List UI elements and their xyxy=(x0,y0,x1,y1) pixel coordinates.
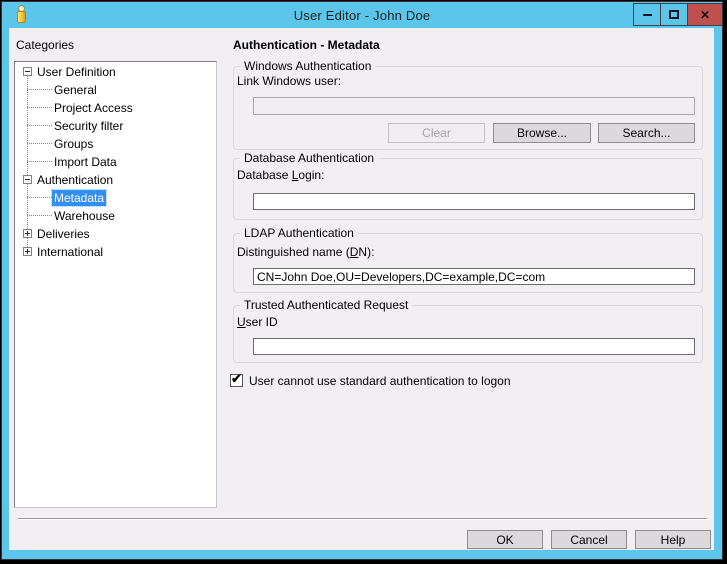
label-text: Database xyxy=(237,168,292,182)
database-authentication-group: Database Authentication Database Login: xyxy=(233,158,703,220)
tree-item-authentication[interactable]: Authentication xyxy=(15,171,216,189)
tree-item-label: General xyxy=(52,82,99,98)
cancel-button[interactable]: Cancel xyxy=(551,530,627,549)
help-button[interactable]: Help xyxy=(635,530,711,549)
accel-letter: U xyxy=(237,315,246,329)
label-text: ogin: xyxy=(298,168,324,182)
expand-icon[interactable] xyxy=(23,247,32,256)
user-id-field[interactable] xyxy=(253,338,695,355)
maximize-button[interactable] xyxy=(660,4,687,25)
distinguished-name-field[interactable] xyxy=(253,268,695,285)
user-editor-dialog: User Editor - John Doe ✕ Categories User… xyxy=(1,1,723,560)
tree-connector xyxy=(27,215,53,216)
trusted-authenticated-request-group: Trusted Authenticated Request User ID xyxy=(233,305,703,363)
tree-connector xyxy=(27,89,53,90)
tree-item-international[interactable]: International xyxy=(15,243,216,261)
title-bar[interactable]: User Editor - John Doe ✕ xyxy=(2,2,722,28)
link-windows-user-field xyxy=(253,97,695,115)
tree-item-user-definition[interactable]: User Definition xyxy=(15,63,216,81)
tree-connector xyxy=(27,107,53,108)
dialog-client-area: Categories User Definition General Project… xyxy=(9,28,714,550)
tree-item-label: Groups xyxy=(52,136,95,152)
tree-item-groups[interactable]: Groups xyxy=(15,135,216,153)
trusted-authenticated-request-group-title: Trusted Authenticated Request xyxy=(240,298,412,312)
maximize-icon xyxy=(669,10,679,19)
search-button[interactable]: Search... xyxy=(598,123,695,143)
ok-button[interactable]: OK xyxy=(467,530,543,549)
label-text: Distinguished name ( xyxy=(237,245,350,259)
tree-connector xyxy=(27,161,53,162)
ldap-authentication-group: LDAP Authentication Distinguished name (… xyxy=(233,233,703,293)
tree-item-label: Project Access xyxy=(52,100,135,116)
tree-item-warehouse[interactable]: Warehouse xyxy=(15,207,216,225)
windows-authentication-group-title: Windows Authentication xyxy=(240,59,375,73)
category-tree[interactable]: User Definition General Project Access Secu… xyxy=(14,61,217,508)
checkmark-icon: ✔ xyxy=(231,372,242,385)
standard-auth-checkbox-label[interactable]: User cannot use standard authentication … xyxy=(249,374,511,388)
tree-item-project-access[interactable]: Project Access xyxy=(15,99,216,117)
label-text: ser ID xyxy=(246,315,278,329)
tree-connector xyxy=(27,197,53,198)
windows-authentication-group: Windows Authentication Link Windows user… xyxy=(233,66,703,150)
collapse-icon[interactable] xyxy=(23,175,32,184)
minimize-button[interactable] xyxy=(634,4,660,25)
expand-icon[interactable] xyxy=(23,229,32,238)
tree-item-label: Security filter xyxy=(52,118,125,134)
tree-item-label: Metadata xyxy=(52,190,106,206)
tree-item-import-data[interactable]: Import Data xyxy=(15,153,216,171)
tree-item-label: International xyxy=(35,244,105,260)
browse-button[interactable]: Browse... xyxy=(493,123,591,143)
categories-label: Categories xyxy=(16,38,74,52)
tree-item-label: Deliveries xyxy=(35,226,92,242)
database-login-field[interactable] xyxy=(253,193,695,210)
distinguished-name-label: Distinguished name (DN): xyxy=(237,245,374,259)
user-id-label: User ID xyxy=(237,315,278,329)
tree-item-label: Authentication xyxy=(35,172,115,188)
close-icon: ✕ xyxy=(700,9,710,21)
collapse-icon[interactable] xyxy=(23,67,32,76)
tree-item-general[interactable]: General xyxy=(15,81,216,99)
database-authentication-group-title: Database Authentication xyxy=(240,151,378,165)
tree-item-security-filter[interactable]: Security filter xyxy=(15,117,216,135)
tree-item-label: User Definition xyxy=(35,64,118,80)
tree-item-label: Warehouse xyxy=(52,208,117,224)
footer-divider xyxy=(18,518,707,520)
close-button[interactable]: ✕ xyxy=(687,4,722,25)
label-text: N): xyxy=(358,245,374,259)
window-controls: ✕ xyxy=(633,3,722,26)
tree-item-deliveries[interactable]: Deliveries xyxy=(15,225,216,243)
minimize-icon xyxy=(643,14,652,16)
tree-item-label: Import Data xyxy=(52,154,119,170)
tree-connector xyxy=(27,125,53,126)
link-windows-user-label: Link Windows user: xyxy=(237,74,341,88)
page-title: Authentication - Metadata xyxy=(233,38,380,52)
clear-button: Clear xyxy=(388,123,485,143)
tree-item-metadata[interactable]: Metadata xyxy=(15,189,216,207)
standard-auth-checkbox[interactable]: ✔ xyxy=(230,374,243,387)
window-title: User Editor - John Doe xyxy=(2,8,722,23)
tree-connector xyxy=(27,143,53,144)
database-login-label: Database Login: xyxy=(237,168,324,182)
ldap-authentication-group-title: LDAP Authentication xyxy=(240,226,358,240)
